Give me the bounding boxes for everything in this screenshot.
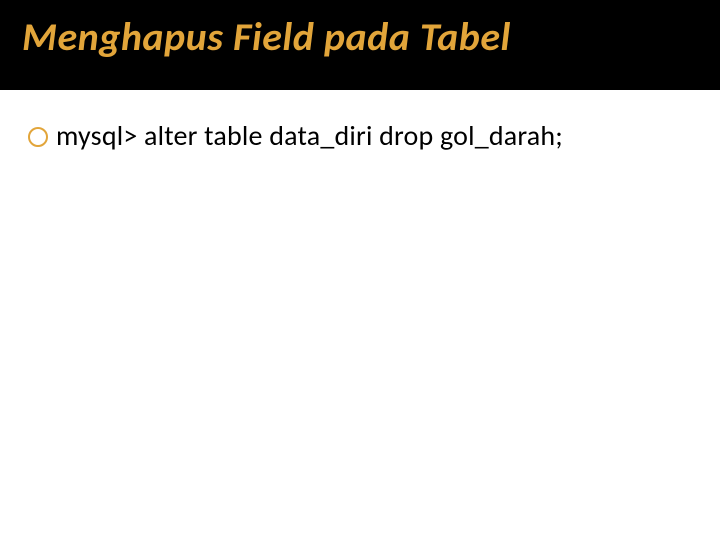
slide: Menghapus Field pada Tabel mysql> alter … (0, 0, 720, 540)
bullet-icon (28, 127, 48, 147)
slide-title: Menghapus Field pada Tabel (22, 12, 511, 61)
bullet-item: mysql> alter table data_diri drop gol_da… (28, 118, 692, 153)
bullet-text: mysql> alter table data_diri drop gol_da… (56, 118, 563, 153)
slide-body: mysql> alter table data_diri drop gol_da… (28, 118, 692, 153)
title-bar: Menghapus Field pada Tabel (0, 0, 720, 90)
